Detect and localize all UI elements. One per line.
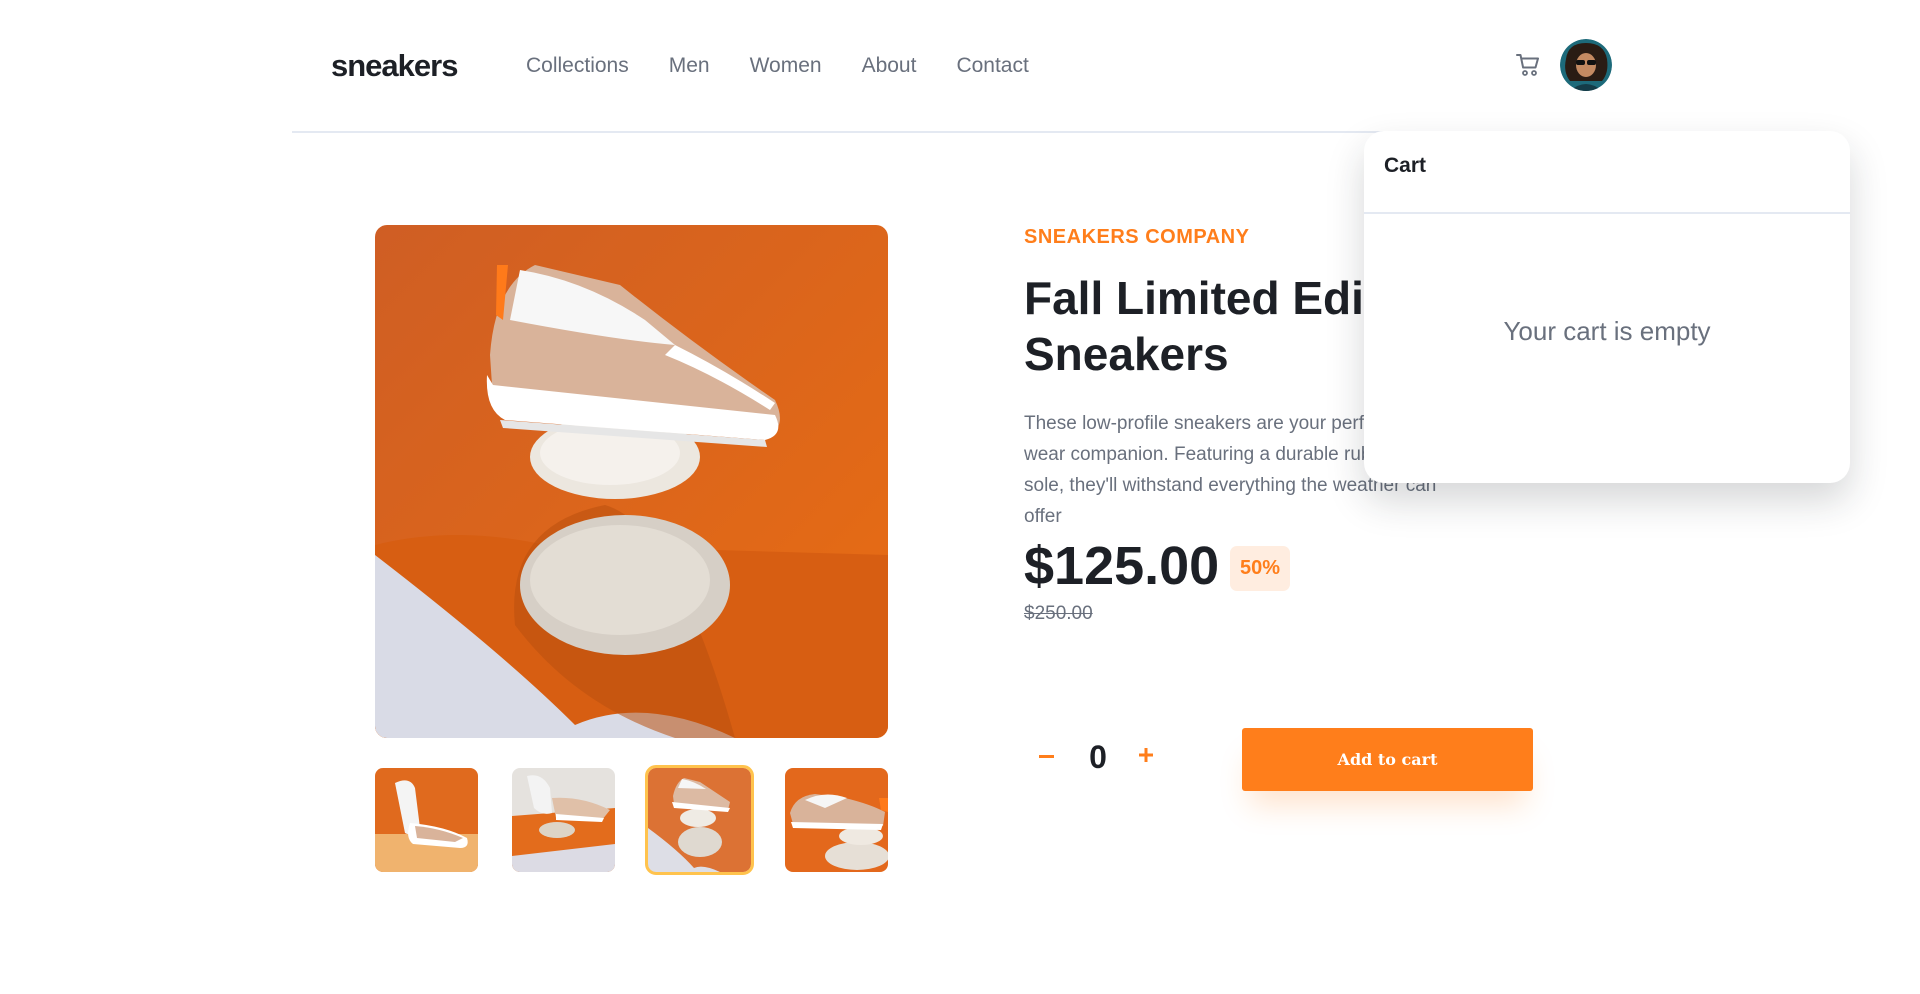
cart-dropdown: Cart Your cart is empty — [1364, 131, 1850, 483]
thumbnail-1[interactable] — [375, 768, 478, 872]
plus-icon[interactable] — [1136, 745, 1156, 765]
company-name: SNEAKERS COMPANY — [1024, 226, 1250, 248]
thumbnail-strip — [375, 765, 888, 875]
site-header: sneakers Collections Men Women About Con… — [292, 0, 1623, 133]
thumbnail-3[interactable] — [645, 765, 754, 875]
nav-men[interactable]: Men — [669, 54, 710, 78]
minus-icon[interactable] — [1036, 742, 1058, 772]
add-to-cart-button[interactable]: Add to cart — [1242, 728, 1533, 791]
discount-badge: 50% — [1230, 546, 1290, 591]
quantity-value: 0 — [1089, 739, 1107, 775]
nav-women[interactable]: Women — [750, 54, 822, 78]
cart-empty-message: Your cart is empty — [1503, 316, 1711, 346]
current-price: $125.00 — [1024, 536, 1220, 596]
nav-contact[interactable]: Contact — [956, 54, 1028, 78]
main-nav: Collections Men Women About Contact — [526, 54, 1029, 78]
thumbnail-2[interactable] — [512, 768, 615, 872]
logo[interactable]: sneakers — [331, 48, 458, 84]
product-main-image[interactable] — [375, 225, 888, 738]
original-price: $250.00 — [1024, 603, 1093, 624]
user-avatar[interactable] — [1560, 39, 1612, 91]
nav-about[interactable]: About — [862, 54, 917, 78]
thumbnail-4[interactable] — [785, 768, 888, 872]
cart-title: Cart — [1364, 131, 1850, 214]
cart-icon[interactable] — [1515, 52, 1541, 78]
nav-collections[interactable]: Collections — [526, 54, 629, 78]
